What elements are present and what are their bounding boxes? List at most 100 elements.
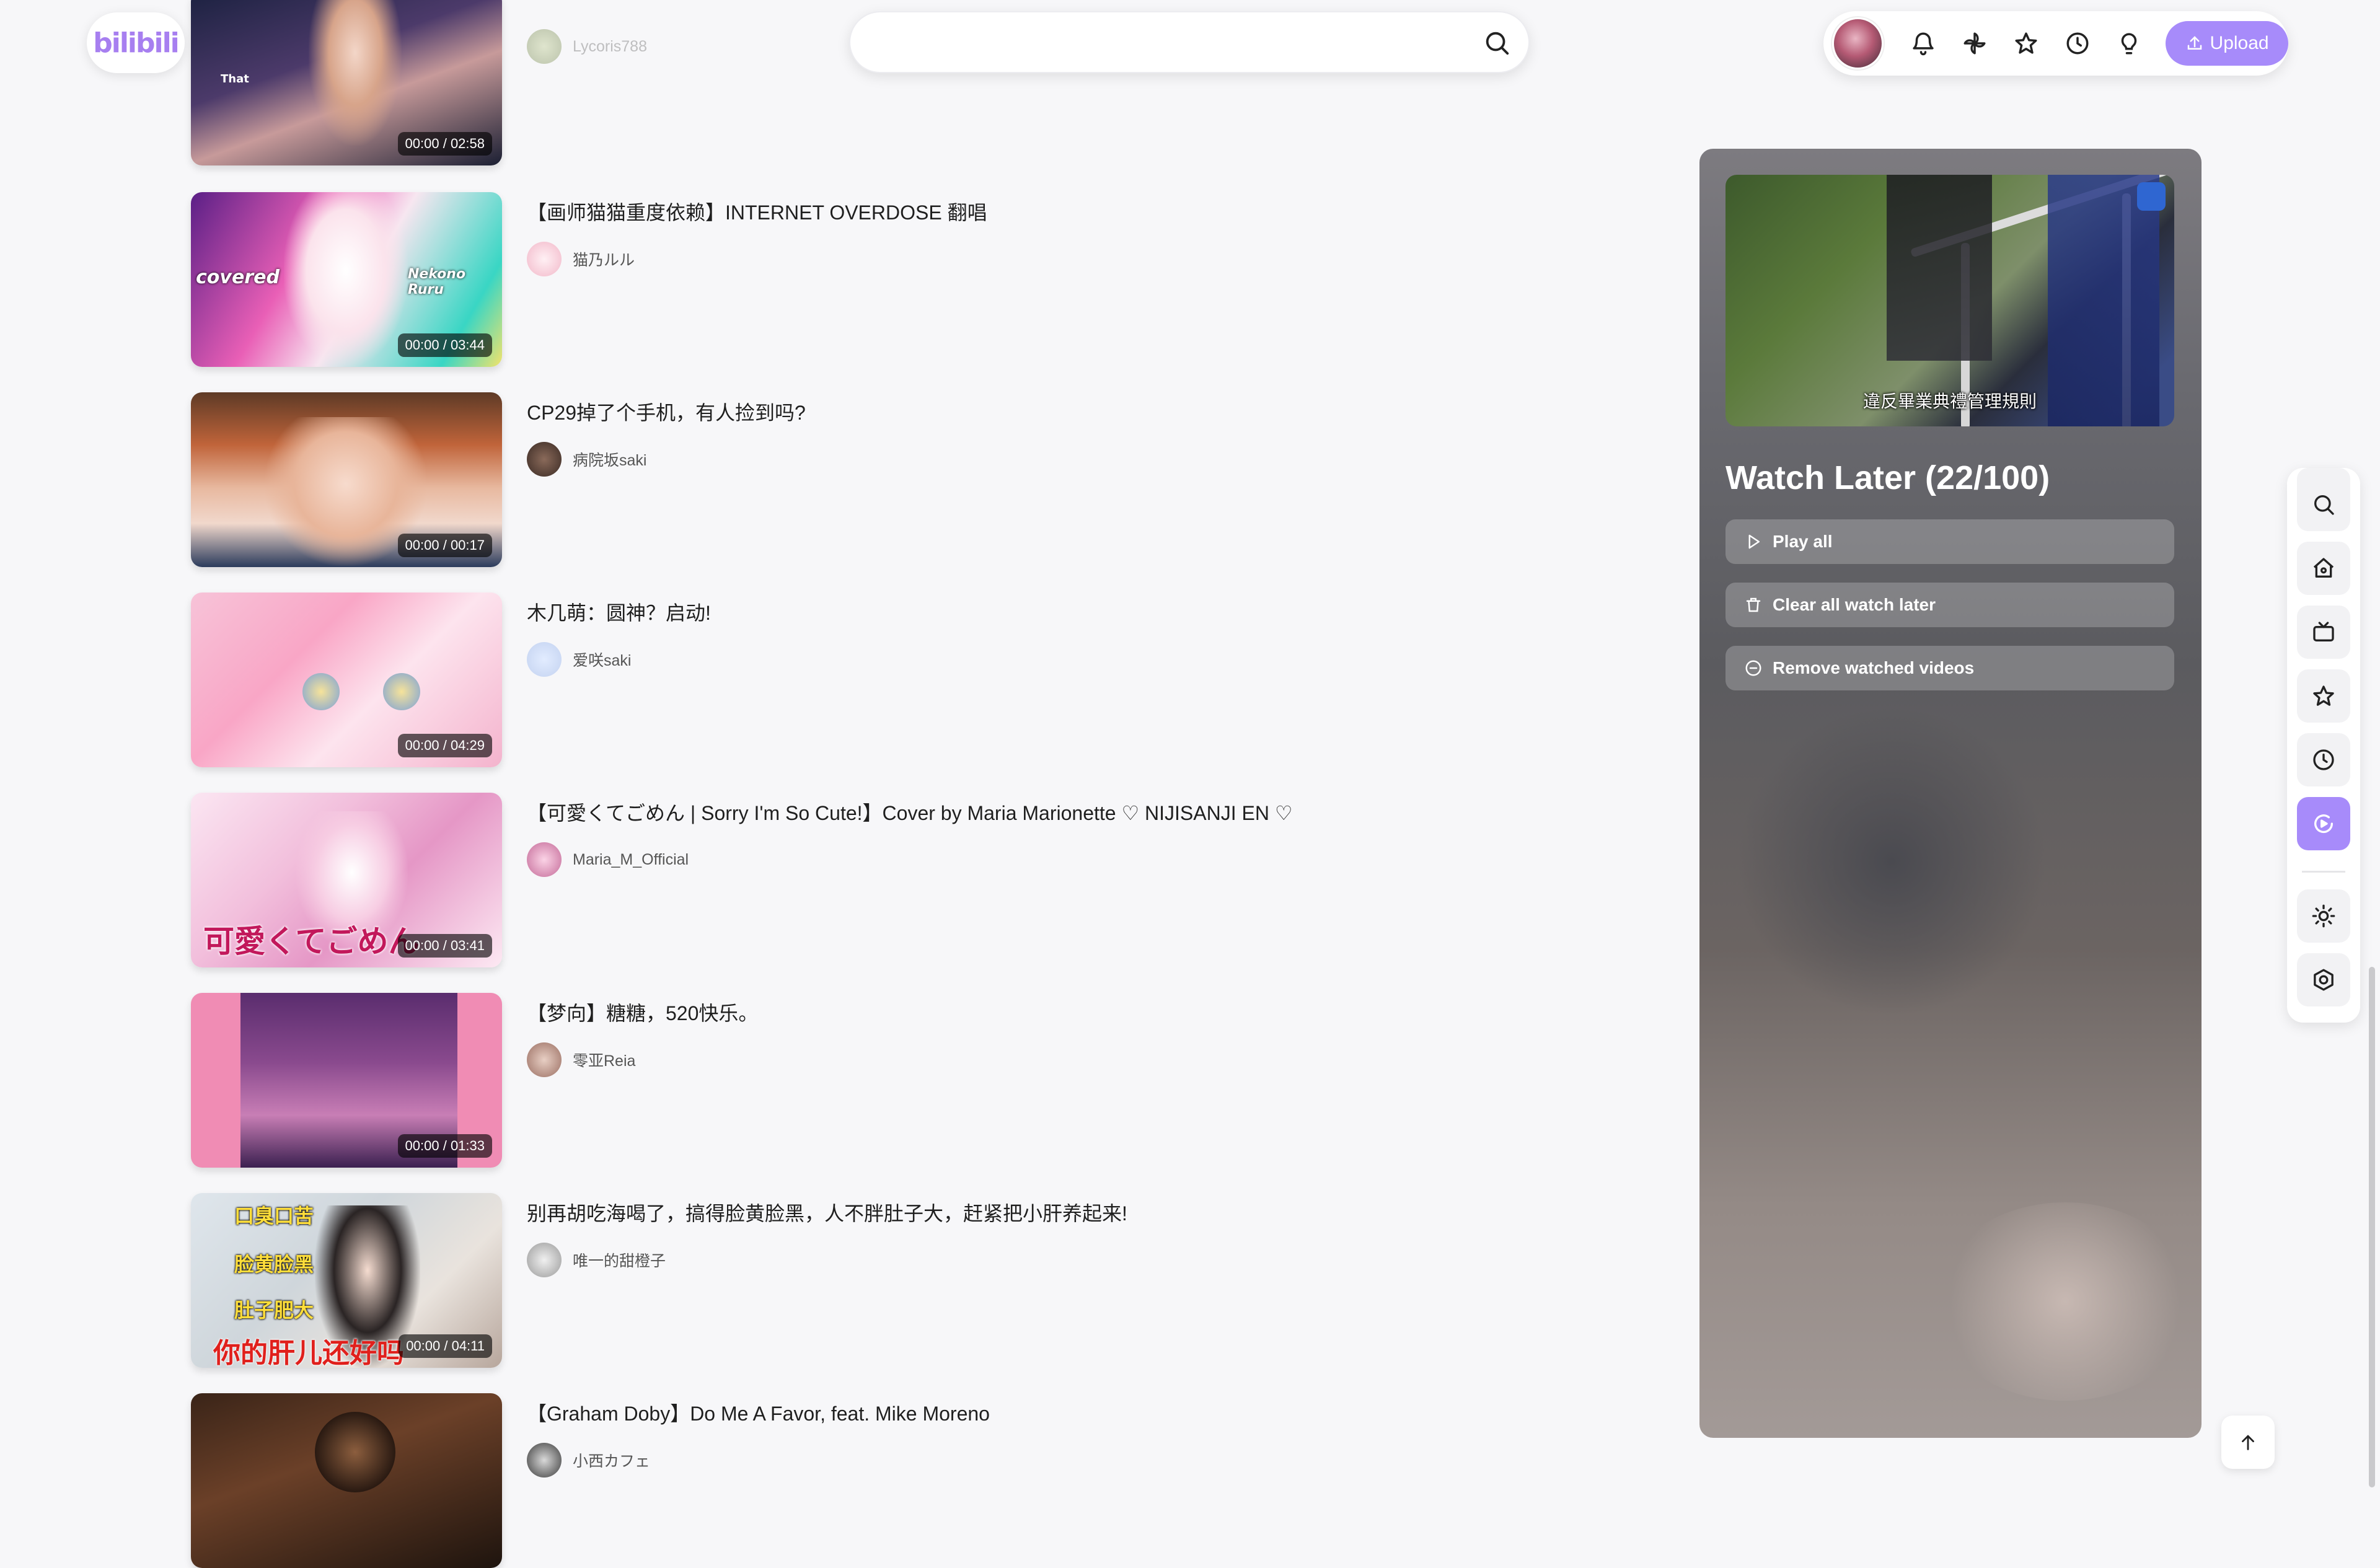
uploader[interactable]: Maria_M_Official bbox=[527, 842, 689, 877]
dock-favorites-button[interactable] bbox=[2297, 669, 2350, 723]
video-title[interactable]: 【画师猫猫重度依赖】INTERNET OVERDOSE 翻唱 bbox=[527, 197, 987, 226]
arrow-up-icon bbox=[2242, 1435, 2254, 1450]
cover-subtitle: 違反畢業典禮管理規則 bbox=[1862, 391, 2037, 412]
dock-history-button[interactable] bbox=[2297, 733, 2350, 786]
uploader-name[interactable]: 零亚Reia bbox=[573, 1049, 635, 1071]
uploader-avatar[interactable] bbox=[527, 242, 562, 276]
upload-label: Upload bbox=[2210, 33, 2269, 53]
right-dock bbox=[2287, 468, 2360, 1023]
watch-later-title: Watch Later (22/100) bbox=[1726, 459, 2050, 496]
moments-button[interactable] bbox=[1949, 17, 2000, 69]
list-item[interactable]: 00:00 / 04:29 木几萌：圆神？启动! 爱咲saki bbox=[191, 592, 1616, 767]
user-avatar[interactable] bbox=[1832, 17, 1884, 69]
uploader-name[interactable]: 爱咲saki bbox=[573, 648, 631, 671]
uploader-avatar[interactable] bbox=[527, 842, 562, 877]
uploader[interactable]: 猫乃ルル bbox=[527, 242, 635, 276]
uploader-avatar[interactable] bbox=[527, 642, 562, 677]
gear-icon bbox=[2314, 969, 2334, 991]
video-duration: 00:00 / 03:44 bbox=[397, 333, 492, 357]
clock-icon bbox=[2313, 749, 2334, 770]
creative-center-button[interactable] bbox=[2103, 17, 2154, 69]
search-input[interactable] bbox=[881, 25, 1442, 61]
video-duration: 00:00 / 03:41 bbox=[397, 934, 492, 958]
uploader-name[interactable]: Maria_M_Official bbox=[573, 851, 689, 869]
uploader[interactable]: 病院坂saki bbox=[527, 442, 646, 477]
video-duration: 00:00 / 01:33 bbox=[397, 1134, 492, 1158]
video-thumbnail[interactable]: covered Nekono Ruru 00:00 / 03:44 bbox=[191, 192, 502, 367]
video-title[interactable]: 【可愛くてごめん | Sorry I'm So Cute!】Cover by M… bbox=[527, 798, 1293, 826]
video-title[interactable]: CP29掉了个手机，有人捡到吗? bbox=[527, 397, 806, 426]
watch-later-cover[interactable]: 違反畢業典禮管理規則 bbox=[1726, 175, 2174, 426]
minus-circle-icon bbox=[1745, 660, 1761, 676]
list-item[interactable]: 口臭口苦 脸黄脸黑 肚子肥大 你的肝儿还好吗 00:00 / 04:11 别再胡… bbox=[191, 1193, 1616, 1368]
uploader-name[interactable]: 小西カフェ bbox=[573, 1449, 650, 1471]
upload-button[interactable]: Upload bbox=[2166, 21, 2288, 66]
page-scrollbar[interactable] bbox=[2369, 967, 2375, 1487]
favorites-button[interactable] bbox=[2000, 17, 2052, 69]
clear-all-label: Clear all watch later bbox=[1773, 595, 1936, 614]
thumbnail-caption: That bbox=[221, 73, 249, 86]
upload-icon bbox=[2187, 36, 2202, 50]
list-item[interactable]: 【Graham Doby】Do Me A Favor, feat. Mike M… bbox=[191, 1393, 1616, 1568]
list-item[interactable]: 00:00 / 00:17 CP29掉了个手机，有人捡到吗? 病院坂saki bbox=[191, 392, 1616, 567]
home-icon bbox=[2313, 558, 2334, 578]
history-button[interactable] bbox=[2052, 17, 2103, 69]
uploader-name[interactable]: Lycoris788 bbox=[573, 38, 647, 56]
dock-search-button[interactable] bbox=[2297, 478, 2350, 531]
dock-tv-button[interactable] bbox=[2297, 606, 2350, 659]
bilibili-logo[interactable]: bilibili bbox=[87, 12, 185, 73]
top-right-toolbar: Upload bbox=[1823, 11, 2288, 76]
uploader[interactable]: Lycoris788 bbox=[527, 29, 647, 64]
video-title[interactable]: 木几萌：圆神？启动! bbox=[527, 597, 711, 626]
video-thumbnail[interactable]: 00:00 / 00:17 bbox=[191, 392, 502, 567]
search-icon[interactable] bbox=[1483, 29, 1511, 57]
watch-later-panel: 違反畢業典禮管理規則 Watch Later (22/100) Play all… bbox=[1699, 149, 2202, 1438]
uploader-avatar[interactable] bbox=[527, 1243, 562, 1277]
dock-home-button[interactable] bbox=[2297, 542, 2350, 595]
list-item[interactable]: 00:00 / 01:33 【梦向】糖糖，520快乐。 零亚Reia bbox=[191, 993, 1616, 1168]
remove-watched-videos-button[interactable]: Remove watched videos bbox=[1726, 646, 2174, 690]
search-bar[interactable] bbox=[849, 11, 1530, 73]
uploader-avatar[interactable] bbox=[527, 29, 562, 64]
uploader-name[interactable]: 猫乃ルル bbox=[573, 248, 635, 270]
uploader-avatar[interactable] bbox=[527, 1443, 562, 1478]
notifications-button[interactable] bbox=[1897, 17, 1949, 69]
uploader-name[interactable]: 唯一的甜橙子 bbox=[573, 1249, 666, 1271]
dock-watch-later-button[interactable] bbox=[2297, 797, 2350, 850]
uploader[interactable]: 小西カフェ bbox=[527, 1443, 650, 1478]
dock-theme-button[interactable] bbox=[2297, 889, 2350, 943]
video-thumbnail[interactable]: 口臭口苦 脸黄脸黑 肚子肥大 你的肝儿还好吗 00:00 / 04:11 bbox=[191, 1193, 502, 1368]
uploader[interactable]: 唯一的甜橙子 bbox=[527, 1243, 666, 1277]
sun-icon bbox=[2312, 904, 2335, 928]
search-icon bbox=[2314, 495, 2334, 515]
video-duration: 00:00 / 00:17 bbox=[397, 534, 492, 557]
video-title[interactable]: 别再胡吃海喝了，搞得脸黄脸黑，人不胖肚子大，赶紧把小肝养起来! bbox=[527, 1198, 1127, 1227]
video-duration: 00:00 / 02:58 bbox=[397, 132, 492, 156]
video-thumbnail[interactable]: 00:00 / 01:33 bbox=[191, 993, 502, 1168]
video-thumbnail[interactable] bbox=[191, 1393, 502, 1568]
video-title[interactable]: 【梦向】糖糖，520快乐。 bbox=[527, 998, 758, 1026]
video-thumbnail[interactable]: That 00:00 / 02:58 bbox=[191, 0, 502, 165]
dock-divider bbox=[2302, 871, 2345, 873]
uploader-name[interactable]: 病院坂saki bbox=[573, 448, 646, 470]
clear-all-watch-later-button[interactable]: Clear all watch later bbox=[1726, 583, 2174, 627]
video-duration: 00:00 / 04:29 bbox=[397, 734, 492, 757]
list-item[interactable]: covered Nekono Ruru 00:00 / 03:44 【画师猫猫重… bbox=[191, 192, 1616, 367]
video-thumbnail[interactable]: 00:00 / 04:29 bbox=[191, 592, 502, 767]
dock-settings-button[interactable] bbox=[2297, 953, 2350, 1006]
uploader-avatar[interactable] bbox=[527, 442, 562, 477]
watch-later-icon bbox=[2314, 814, 2334, 834]
video-title[interactable]: 【Graham Doby】Do Me A Favor, feat. Mike M… bbox=[527, 1398, 990, 1427]
back-to-top-button[interactable] bbox=[2221, 1416, 2275, 1469]
uploader[interactable]: 零亚Reia bbox=[527, 1042, 635, 1077]
panel-backdrop bbox=[1935, 1202, 2195, 1401]
star-icon bbox=[2313, 685, 2334, 706]
play-all-button[interactable]: Play all bbox=[1726, 519, 2174, 564]
uploader-avatar[interactable] bbox=[527, 1042, 562, 1077]
video-thumbnail[interactable]: 可愛くてごめん 00:00 / 03:41 bbox=[191, 793, 502, 967]
list-item[interactable]: 可愛くてごめん 00:00 / 03:41 【可愛くてごめん | Sorry I… bbox=[191, 793, 1616, 967]
uploader[interactable]: 爱咲saki bbox=[527, 642, 631, 677]
play-icon bbox=[1748, 534, 1760, 549]
thumbnail-caption-d: 你的肝儿还好吗 bbox=[213, 1337, 404, 1368]
pinwheel-icon bbox=[1963, 32, 1986, 55]
